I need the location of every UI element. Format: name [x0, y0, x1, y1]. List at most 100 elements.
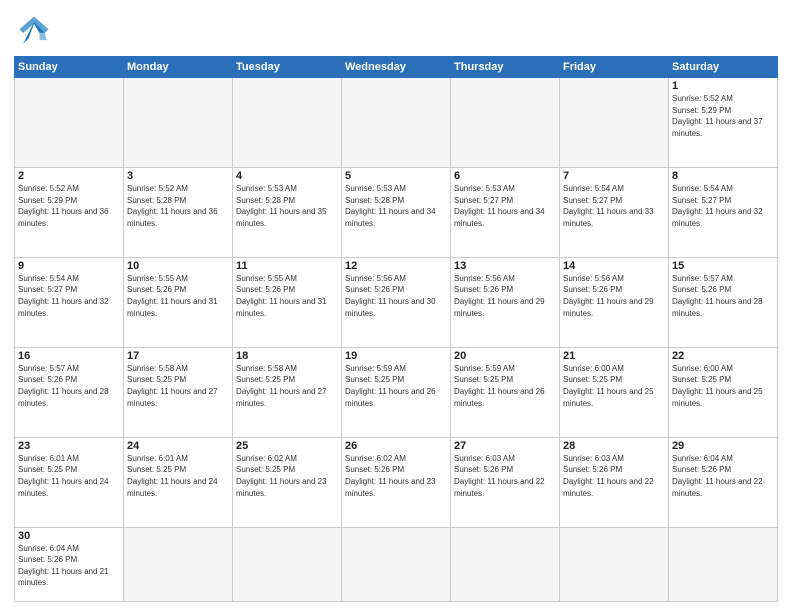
day-number: 8: [672, 170, 774, 182]
day-number: 9: [18, 260, 120, 272]
calendar-cell: [342, 527, 451, 601]
calendar-cell: 9Sunrise: 5:54 AMSunset: 5:27 PMDaylight…: [15, 257, 124, 347]
day-number: 30: [18, 530, 120, 542]
day-info: Sunrise: 5:58 AMSunset: 5:25 PMDaylight:…: [127, 363, 229, 409]
day-number: 1: [672, 80, 774, 92]
col-header-friday: Friday: [560, 57, 669, 78]
day-info: Sunrise: 5:56 AMSunset: 5:26 PMDaylight:…: [454, 273, 556, 319]
day-number: 26: [345, 440, 447, 452]
day-info: Sunrise: 6:00 AMSunset: 5:25 PMDaylight:…: [672, 363, 774, 409]
calendar-week-row: 30Sunrise: 6:04 AMSunset: 5:26 PMDayligh…: [15, 527, 778, 601]
logo: [14, 14, 60, 50]
day-number: 10: [127, 260, 229, 272]
day-info: Sunrise: 6:02 AMSunset: 5:26 PMDaylight:…: [345, 453, 447, 499]
calendar-week-row: 2Sunrise: 5:52 AMSunset: 5:29 PMDaylight…: [15, 167, 778, 257]
day-info: Sunrise: 5:58 AMSunset: 5:25 PMDaylight:…: [236, 363, 338, 409]
calendar-cell: 18Sunrise: 5:58 AMSunset: 5:25 PMDayligh…: [233, 347, 342, 437]
calendar-cell: 23Sunrise: 6:01 AMSunset: 5:25 PMDayligh…: [15, 437, 124, 527]
calendar-cell: [15, 78, 124, 168]
day-number: 19: [345, 350, 447, 362]
calendar-cell: [669, 527, 778, 601]
day-number: 23: [18, 440, 120, 452]
day-number: 24: [127, 440, 229, 452]
calendar-week-row: 23Sunrise: 6:01 AMSunset: 5:25 PMDayligh…: [15, 437, 778, 527]
day-number: 3: [127, 170, 229, 182]
calendar-cell: [451, 78, 560, 168]
day-number: 21: [563, 350, 665, 362]
calendar-header-row: SundayMondayTuesdayWednesdayThursdayFrid…: [15, 57, 778, 78]
calendar-cell: 1Sunrise: 5:52 AMSunset: 5:29 PMDaylight…: [669, 78, 778, 168]
day-info: Sunrise: 6:02 AMSunset: 5:25 PMDaylight:…: [236, 453, 338, 499]
header: [14, 10, 778, 50]
calendar-cell: 26Sunrise: 6:02 AMSunset: 5:26 PMDayligh…: [342, 437, 451, 527]
calendar-cell: 5Sunrise: 5:53 AMSunset: 5:28 PMDaylight…: [342, 167, 451, 257]
day-number: 27: [454, 440, 556, 452]
day-info: Sunrise: 5:54 AMSunset: 5:27 PMDaylight:…: [18, 273, 120, 319]
col-header-monday: Monday: [124, 57, 233, 78]
day-info: Sunrise: 5:56 AMSunset: 5:26 PMDaylight:…: [563, 273, 665, 319]
calendar-cell: [124, 78, 233, 168]
day-number: 25: [236, 440, 338, 452]
calendar-cell: [451, 527, 560, 601]
day-number: 2: [18, 170, 120, 182]
day-number: 29: [672, 440, 774, 452]
day-number: 12: [345, 260, 447, 272]
calendar-table: SundayMondayTuesdayWednesdayThursdayFrid…: [14, 56, 778, 602]
day-number: 14: [563, 260, 665, 272]
calendar-cell: 25Sunrise: 6:02 AMSunset: 5:25 PMDayligh…: [233, 437, 342, 527]
calendar-cell: [560, 78, 669, 168]
col-header-tuesday: Tuesday: [233, 57, 342, 78]
calendar-cell: 22Sunrise: 6:00 AMSunset: 5:25 PMDayligh…: [669, 347, 778, 437]
day-info: Sunrise: 5:52 AMSunset: 5:29 PMDaylight:…: [18, 183, 120, 229]
calendar-cell: 6Sunrise: 5:53 AMSunset: 5:27 PMDaylight…: [451, 167, 560, 257]
day-info: Sunrise: 6:01 AMSunset: 5:25 PMDaylight:…: [127, 453, 229, 499]
day-info: Sunrise: 6:03 AMSunset: 5:26 PMDaylight:…: [563, 453, 665, 499]
day-info: Sunrise: 5:52 AMSunset: 5:28 PMDaylight:…: [127, 183, 229, 229]
calendar-cell: 30Sunrise: 6:04 AMSunset: 5:26 PMDayligh…: [15, 527, 124, 601]
day-info: Sunrise: 6:03 AMSunset: 5:26 PMDaylight:…: [454, 453, 556, 499]
day-info: Sunrise: 5:53 AMSunset: 5:28 PMDaylight:…: [345, 183, 447, 229]
calendar-cell: [233, 527, 342, 601]
calendar-cell: [560, 527, 669, 601]
calendar-cell: 28Sunrise: 6:03 AMSunset: 5:26 PMDayligh…: [560, 437, 669, 527]
logo-icon: [14, 14, 54, 50]
day-info: Sunrise: 6:00 AMSunset: 5:25 PMDaylight:…: [563, 363, 665, 409]
col-header-saturday: Saturday: [669, 57, 778, 78]
day-number: 15: [672, 260, 774, 272]
calendar-cell: 15Sunrise: 5:57 AMSunset: 5:26 PMDayligh…: [669, 257, 778, 347]
day-info: Sunrise: 6:04 AMSunset: 5:26 PMDaylight:…: [672, 453, 774, 499]
calendar-cell: 11Sunrise: 5:55 AMSunset: 5:26 PMDayligh…: [233, 257, 342, 347]
calendar-week-row: 9Sunrise: 5:54 AMSunset: 5:27 PMDaylight…: [15, 257, 778, 347]
day-info: Sunrise: 5:54 AMSunset: 5:27 PMDaylight:…: [672, 183, 774, 229]
day-info: Sunrise: 5:53 AMSunset: 5:27 PMDaylight:…: [454, 183, 556, 229]
day-number: 22: [672, 350, 774, 362]
page: SundayMondayTuesdayWednesdayThursdayFrid…: [0, 0, 792, 612]
day-info: Sunrise: 6:01 AMSunset: 5:25 PMDaylight:…: [18, 453, 120, 499]
day-info: Sunrise: 5:55 AMSunset: 5:26 PMDaylight:…: [127, 273, 229, 319]
day-number: 6: [454, 170, 556, 182]
calendar-cell: 21Sunrise: 6:00 AMSunset: 5:25 PMDayligh…: [560, 347, 669, 437]
day-number: 11: [236, 260, 338, 272]
calendar-week-row: 16Sunrise: 5:57 AMSunset: 5:26 PMDayligh…: [15, 347, 778, 437]
day-number: 17: [127, 350, 229, 362]
day-info: Sunrise: 5:57 AMSunset: 5:26 PMDaylight:…: [18, 363, 120, 409]
calendar-cell: 19Sunrise: 5:59 AMSunset: 5:25 PMDayligh…: [342, 347, 451, 437]
day-info: Sunrise: 5:57 AMSunset: 5:26 PMDaylight:…: [672, 273, 774, 319]
calendar-cell: 20Sunrise: 5:59 AMSunset: 5:25 PMDayligh…: [451, 347, 560, 437]
calendar-cell: 8Sunrise: 5:54 AMSunset: 5:27 PMDaylight…: [669, 167, 778, 257]
day-info: Sunrise: 6:04 AMSunset: 5:26 PMDaylight:…: [18, 543, 120, 589]
day-info: Sunrise: 5:59 AMSunset: 5:25 PMDaylight:…: [345, 363, 447, 409]
calendar-cell: 27Sunrise: 6:03 AMSunset: 5:26 PMDayligh…: [451, 437, 560, 527]
calendar-cell: 14Sunrise: 5:56 AMSunset: 5:26 PMDayligh…: [560, 257, 669, 347]
day-info: Sunrise: 5:56 AMSunset: 5:26 PMDaylight:…: [345, 273, 447, 319]
col-header-sunday: Sunday: [15, 57, 124, 78]
calendar-cell: 13Sunrise: 5:56 AMSunset: 5:26 PMDayligh…: [451, 257, 560, 347]
calendar-cell: [233, 78, 342, 168]
calendar-cell: 24Sunrise: 6:01 AMSunset: 5:25 PMDayligh…: [124, 437, 233, 527]
day-number: 5: [345, 170, 447, 182]
calendar-cell: [342, 78, 451, 168]
calendar-cell: 29Sunrise: 6:04 AMSunset: 5:26 PMDayligh…: [669, 437, 778, 527]
day-number: 4: [236, 170, 338, 182]
day-info: Sunrise: 5:59 AMSunset: 5:25 PMDaylight:…: [454, 363, 556, 409]
day-number: 7: [563, 170, 665, 182]
